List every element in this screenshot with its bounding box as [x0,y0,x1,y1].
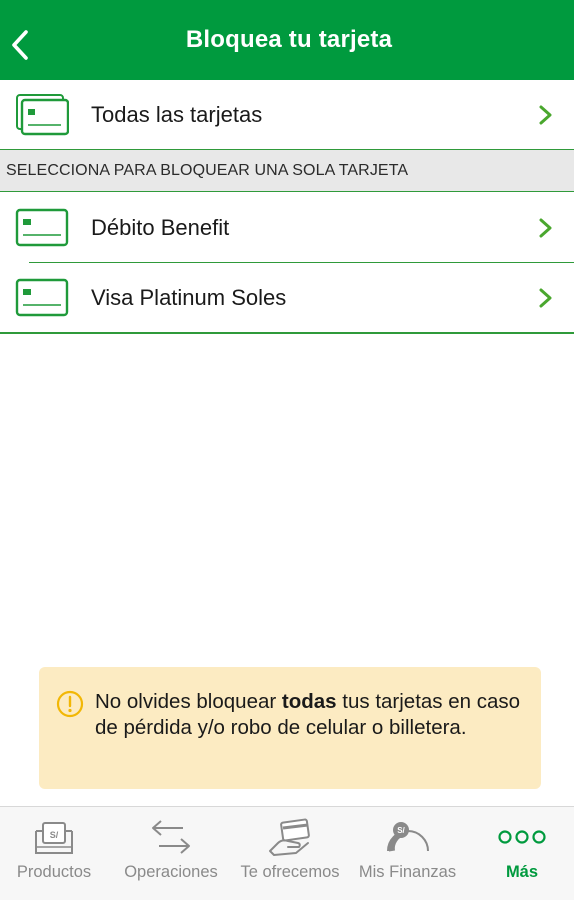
tab-mas[interactable]: Más [470,807,574,900]
tab-label: Productos [16,863,92,881]
warning-icon [56,690,84,718]
card-row-visa-platinum-soles[interactable]: Visa Platinum Soles [0,263,574,332]
bottom-tab-bar: S/ Productos Operaciones Te ofrecemos S/… [0,806,574,900]
page-title: Bloquea tu tarjeta [185,26,393,53]
app-header: Bloquea tu tarjeta [0,0,574,80]
back-button[interactable] [6,24,34,64]
tab-label: Mis Finanzas [358,863,457,881]
all-cards-row[interactable]: Todas las tarjetas [0,80,574,149]
section-header-label: SELECCIONA PARA BLOQUEAR UNA SOLA TARJET… [6,161,409,179]
transfer-arrows-icon [152,820,190,854]
card-icon [15,278,69,316]
all-cards-label: Todas las tarjetas [91,101,263,127]
tab-productos[interactable]: S/ Productos [0,807,108,900]
chevron-right-icon [539,105,552,124]
finance-gauge-icon: S/ [386,822,429,852]
chevron-right-icon [539,218,552,237]
chevron-left-icon [12,30,28,60]
more-dots-icon [498,830,546,844]
cards-stack-icon [16,93,69,135]
svg-text:S/: S/ [50,830,59,840]
wallet-soles-icon: S/ [35,822,73,854]
card-label: Débito Benefit [91,214,230,240]
tab-label: Operaciones [124,863,218,881]
warning-text-bold: todas [281,690,337,713]
warning-notice: No olvides bloquear todas tus tarjetas e… [39,667,541,789]
hand-card-icon [269,818,310,856]
svg-text:S/: S/ [397,826,405,835]
tab-operaciones[interactable]: Operaciones [113,807,229,900]
section-header: SELECCIONA PARA BLOQUEAR UNA SOLA TARJET… [0,149,574,192]
list-bottom-border [0,332,574,334]
tab-label: Te ofrecemos [240,863,340,881]
tab-te-ofrecemos[interactable]: Te ofrecemos [233,807,347,900]
tab-mis-finanzas[interactable]: S/ Mis Finanzas [350,807,465,900]
chevron-right-icon [539,288,552,307]
card-label: Visa Platinum Soles [91,284,287,310]
warning-text: No olvides bloquear todas tus tarjetas e… [95,690,521,739]
card-icon [15,208,69,246]
card-row-debito-benefit[interactable]: Débito Benefit [0,193,574,262]
tab-label: Más [505,863,539,881]
